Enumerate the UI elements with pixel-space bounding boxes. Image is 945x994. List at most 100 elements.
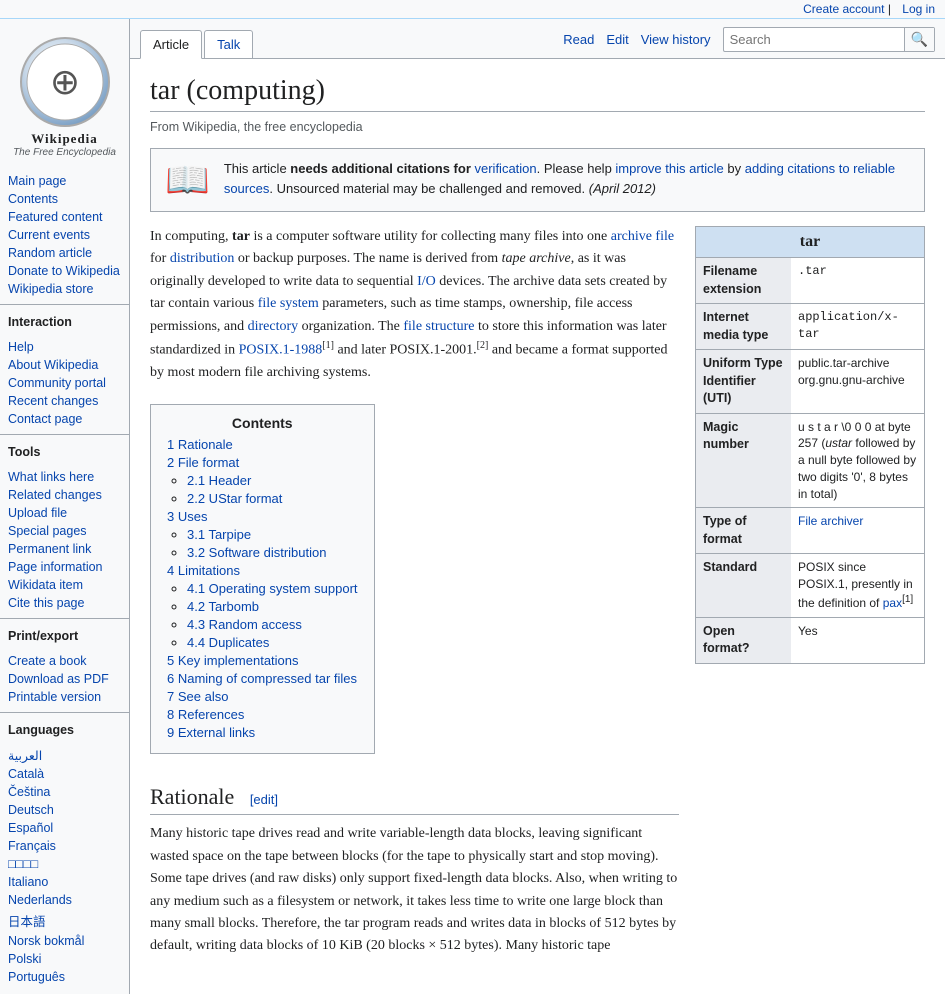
infobox-row-magic: Magic number u s t a r \0 0 0 at byte 25…: [696, 413, 924, 508]
distribution-link[interactable]: distribution: [170, 251, 235, 266]
infobox: tar Filename extension .tar Internet med…: [695, 226, 925, 664]
tab-article[interactable]: Article: [140, 30, 202, 59]
notice-bold: needs additional citations for: [290, 161, 471, 176]
sidebar-item-main-page[interactable]: Main page: [0, 172, 129, 190]
contents-link-2-2[interactable]: 2.2 UStar format: [187, 491, 282, 506]
sidebar-item-what-links[interactable]: What links here: [0, 468, 129, 486]
sidebar-item-create-book[interactable]: Create a book: [0, 652, 129, 670]
contents-link-4[interactable]: 4 Limitations: [167, 563, 240, 578]
verification-link[interactable]: verification: [475, 161, 537, 176]
sidebar-item-lang-no[interactable]: Norsk bokmål: [0, 932, 129, 950]
tab-talk[interactable]: Talk: [204, 30, 253, 58]
contents-link-3-1[interactable]: 3.1 Tarpipe: [187, 527, 251, 542]
infobox-label-type: Type of format: [696, 508, 791, 553]
sidebar-item-lang-pl[interactable]: Polski: [0, 950, 129, 968]
pax-link[interactable]: pax: [883, 596, 902, 610]
page-subtitle: From Wikipedia, the free encyclopedia: [150, 120, 925, 134]
sidebar-item-printable[interactable]: Printable version: [0, 688, 129, 706]
directory-link[interactable]: directory: [248, 319, 299, 334]
improve-link[interactable]: improve this article: [615, 161, 723, 176]
infobox-value-type: File archiver: [791, 508, 870, 553]
sidebar-item-donate[interactable]: Donate to Wikipedia: [0, 262, 129, 280]
contents-link-8[interactable]: 8 References: [167, 707, 244, 722]
sidebar-item-lang-xx[interactable]: □□□□: [0, 855, 129, 873]
sidebar-item-lang-fr[interactable]: Français: [0, 837, 129, 855]
infobox-label-standard: Standard: [696, 554, 791, 616]
file-structure-link[interactable]: file structure: [403, 319, 474, 334]
contents-link-5[interactable]: 5 Key implementations: [167, 653, 299, 668]
contents-link-2-1[interactable]: 2.1 Header: [187, 473, 251, 488]
sidebar-item-lang-nl[interactable]: Nederlands: [0, 891, 129, 909]
contents-link-2[interactable]: 2 File format: [167, 455, 239, 470]
contents-link-4-2[interactable]: 4.2 Tarbomb: [187, 599, 259, 614]
contents-item-3-1: 3.1 Tarpipe: [187, 527, 358, 542]
search-input[interactable]: [724, 29, 904, 50]
contents-link-4-3[interactable]: 4.3 Random access: [187, 617, 302, 632]
contents-link-3-2[interactable]: 3.2 Software distribution: [187, 545, 326, 560]
sidebar-item-current-events[interactable]: Current events: [0, 226, 129, 244]
contents-link-4-1[interactable]: 4.1 Operating system support: [187, 581, 358, 596]
sidebar-item-lang-de[interactable]: Deutsch: [0, 801, 129, 819]
filesystem-link[interactable]: file system: [258, 296, 319, 311]
contents-link-4-4[interactable]: 4.4 Duplicates: [187, 635, 269, 650]
sidebar-item-upload[interactable]: Upload file: [0, 504, 129, 522]
contents-link-3[interactable]: 3 Uses: [167, 509, 207, 524]
contents-item-9: 9 External links: [167, 725, 358, 740]
contents-item-6: 6 Naming of compressed tar files: [167, 671, 358, 686]
sidebar-item-page-info[interactable]: Page information: [0, 558, 129, 576]
log-in-link[interactable]: Log in: [902, 2, 935, 16]
posix-link[interactable]: POSIX.1-1988: [239, 343, 323, 358]
tab-view-history[interactable]: View history: [641, 32, 711, 47]
print-heading: Print/export: [0, 625, 129, 644]
page-content: tar (computing) From Wikipedia, the free…: [130, 59, 945, 984]
search-bar: 🔍: [723, 27, 935, 52]
archive-file-link[interactable]: archive file: [611, 229, 674, 244]
sidebar-item-community[interactable]: Community portal: [0, 374, 129, 392]
contents-title: Contents: [167, 415, 358, 431]
sidebar-item-recent[interactable]: Recent changes: [0, 392, 129, 410]
logo-area: ⊕ Wikipedia The Free Encyclopedia: [0, 27, 129, 164]
languages-heading: Languages: [0, 719, 129, 738]
sidebar-item-lang-cs[interactable]: Čeština: [0, 783, 129, 801]
create-account-link[interactable]: Create account: [803, 2, 884, 16]
contents-link-6[interactable]: 6 Naming of compressed tar files: [167, 671, 357, 686]
io-link[interactable]: I/O: [417, 274, 436, 289]
sidebar-item-contents[interactable]: Contents: [0, 190, 129, 208]
article-body: In computing, tar is a computer software…: [150, 226, 679, 968]
sidebar-item-lang-es[interactable]: Español: [0, 819, 129, 837]
interaction-section: Help About Wikipedia Community portal Re…: [0, 338, 129, 428]
sidebar-item-random[interactable]: Random article: [0, 244, 129, 262]
sidebar-item-lang-it[interactable]: Italiano: [0, 873, 129, 891]
sidebar-item-related-changes[interactable]: Related changes: [0, 486, 129, 504]
notice-icon: 📖: [165, 159, 210, 201]
infobox-label-uti: Uniform Type Identifier (UTI): [696, 350, 791, 413]
sidebar-item-store[interactable]: Wikipedia store: [0, 280, 129, 298]
tab-read[interactable]: Read: [563, 32, 594, 47]
sidebar-item-special[interactable]: Special pages: [0, 522, 129, 540]
contents-item-4-3: 4.3 Random access: [187, 617, 358, 632]
sidebar-item-featured[interactable]: Featured content: [0, 208, 129, 226]
sidebar-item-lang-ar[interactable]: العربية: [0, 746, 129, 765]
sidebar-item-about[interactable]: About Wikipedia: [0, 356, 129, 374]
sidebar-item-contact[interactable]: Contact page: [0, 410, 129, 428]
contents-link-9[interactable]: 9 External links: [167, 725, 255, 740]
contents-item-4-4: 4.4 Duplicates: [187, 635, 358, 650]
rationale-edit-link[interactable]: [edit]: [250, 792, 278, 807]
contents-item-2-2: 2.2 UStar format: [187, 491, 358, 506]
contents-item-4-2: 4.2 Tarbomb: [187, 599, 358, 614]
tab-bar: Article Talk Read Edit View history 🔍: [130, 19, 945, 59]
sidebar-item-wikidata[interactable]: Wikidata item: [0, 576, 129, 594]
sidebar-item-cite[interactable]: Cite this page: [0, 594, 129, 612]
sidebar-item-lang-ca[interactable]: Català: [0, 765, 129, 783]
sidebar-item-permanent[interactable]: Permanent link: [0, 540, 129, 558]
sidebar-item-help[interactable]: Help: [0, 338, 129, 356]
file-archiver-link[interactable]: File archiver: [798, 514, 863, 528]
contents-sub-3: 3.1 Tarpipe 3.2 Software distribution: [167, 527, 358, 560]
contents-link-1[interactable]: 1 Rationale: [167, 437, 233, 452]
tab-edit[interactable]: Edit: [606, 32, 628, 47]
sidebar-item-lang-ja[interactable]: 日本語: [0, 909, 129, 932]
contents-link-7[interactable]: 7 See also: [167, 689, 228, 704]
sidebar-item-pdf[interactable]: Download as PDF: [0, 670, 129, 688]
search-button[interactable]: 🔍: [904, 28, 934, 51]
sidebar-item-lang-pt[interactable]: Português: [0, 968, 129, 986]
